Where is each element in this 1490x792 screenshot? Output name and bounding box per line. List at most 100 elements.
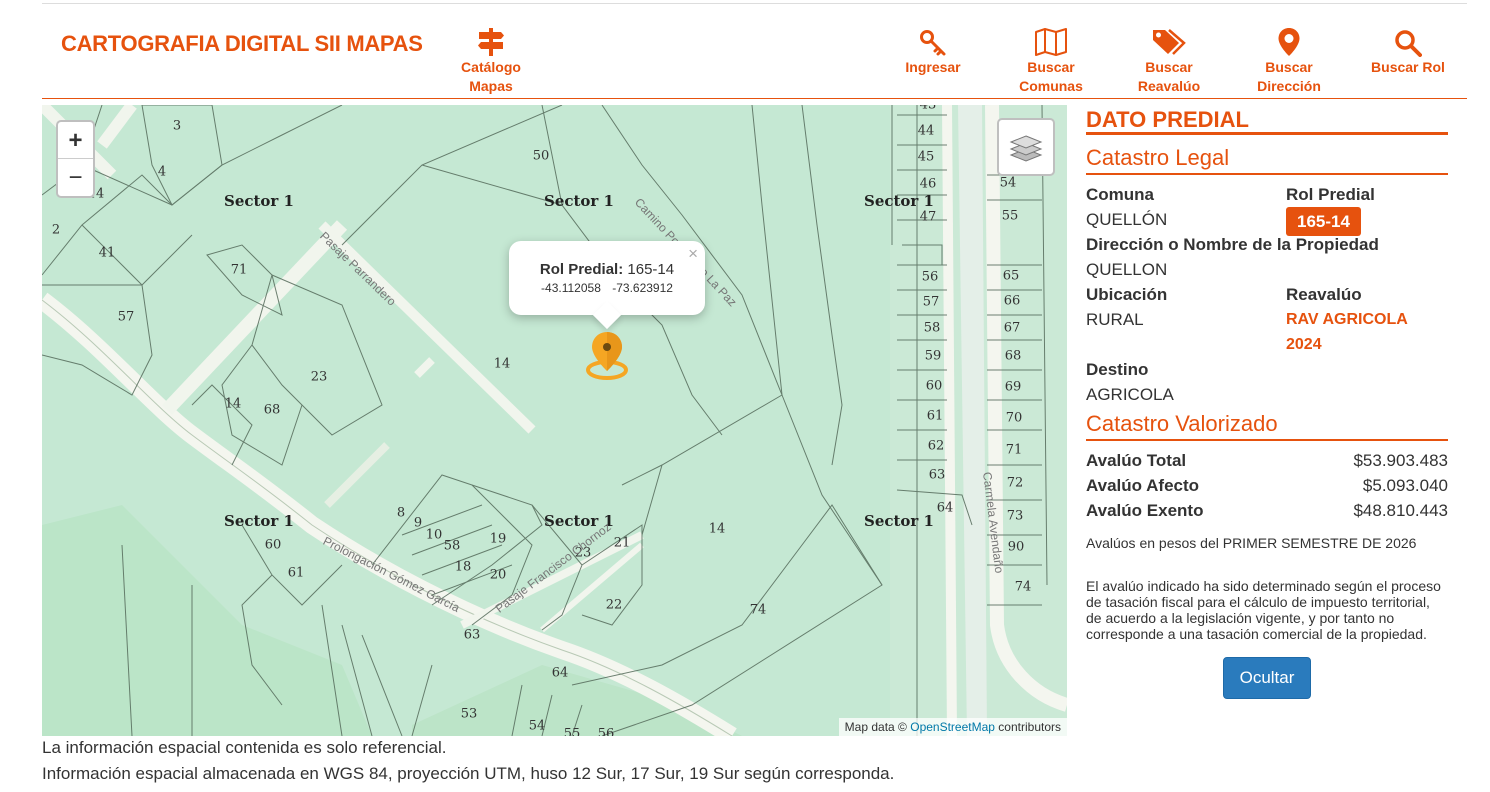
avaluo-row: Avalúo Total $53.903.483 xyxy=(1086,448,1448,473)
lot-label: 63 xyxy=(928,467,946,483)
lot-label: 2 xyxy=(51,222,61,238)
lot-label: 23 xyxy=(310,369,328,385)
nav-buscar-comunas-line2: Comunas xyxy=(1019,78,1083,94)
layers-button[interactable] xyxy=(997,118,1055,176)
row-comuna-rol-values: QUELLÓN 165-14 xyxy=(1086,207,1448,236)
lot-label: 55 xyxy=(1001,208,1019,224)
popup-latitude: -43.112058 xyxy=(541,281,601,295)
map-canvas[interactable]: 43 44 45 46 47 54 55 56 57 58 59 60 61 6… xyxy=(42,105,1067,736)
direccion-label: Dirección o Nombre de la Propiedad xyxy=(1086,235,1379,254)
search-icon xyxy=(1395,30,1422,57)
lot-label: 14 xyxy=(708,521,726,537)
lot-label: 69 xyxy=(1004,379,1022,395)
brand-title[interactable]: CARTOGRAFIA DIGITAL SII MAPAS xyxy=(61,31,423,57)
nav-buscar-direccion-line2: Dirección xyxy=(1257,78,1321,94)
sector-label: Sector 1 xyxy=(543,192,615,210)
lot-label: 72 xyxy=(1006,475,1024,491)
comuna-value: QUELLÓN xyxy=(1086,210,1168,229)
popup-rol: Rol Predial: 165-14 xyxy=(509,261,705,278)
lot-label: 19 xyxy=(489,531,507,547)
lot-label: 44 xyxy=(917,123,935,139)
location-pin-icon xyxy=(1278,28,1300,56)
panel-title: DATO PREDIAL xyxy=(1086,105,1448,135)
tags-icon xyxy=(1153,29,1186,55)
nav-catalogo-line1: Catálogo xyxy=(461,59,521,75)
row-ubicacion-reavaluo: Ubicación Reavalúo xyxy=(1086,282,1448,307)
lot-label: 62 xyxy=(927,438,945,454)
lot-label: 56 xyxy=(921,269,939,285)
lot-label: 3 xyxy=(172,118,182,134)
row-reavaluo-year: 2024 xyxy=(1086,332,1448,357)
lot-label: 61 xyxy=(926,408,944,424)
row-comuna-rol: Comuna Rol Predial xyxy=(1086,182,1448,207)
reavaluo-value-line1: RAV AGRICOLA xyxy=(1286,311,1408,328)
zoom-in-button[interactable]: + xyxy=(58,122,93,159)
attribution-prefix: Map data © xyxy=(844,720,907,734)
lot-label: 14 xyxy=(493,356,511,372)
avaluo-value: $53.903.483 xyxy=(1353,451,1448,470)
sector-label: Sector 1 xyxy=(863,512,935,530)
avaluos-note: Avalúos en pesos del PRIMER SEMESTRE DE … xyxy=(1086,535,1417,551)
reavaluo-label: Reavalúo xyxy=(1286,285,1362,304)
comuna-label: Comuna xyxy=(1086,185,1154,204)
lot-label: 64 xyxy=(936,500,954,516)
attribution-osm-link[interactable]: OpenStreetMap xyxy=(910,720,995,734)
nav-buscar-direccion[interactable]: Buscar Dirección xyxy=(1253,27,1325,96)
map-attribution: Map data © OpenStreetMap contributors xyxy=(838,718,1067,736)
avaluo-label: Avalúo Exento xyxy=(1086,501,1204,520)
lot-label: 65 xyxy=(1002,268,1020,284)
hide-button[interactable]: Ocultar xyxy=(1223,657,1311,699)
row-ubicacion-reavaluo-values: RURAL RAV AGRICOLA xyxy=(1086,307,1448,332)
popup-longitude: -73.623912 xyxy=(612,281,673,295)
sector-label: Sector 1 xyxy=(863,192,935,210)
zoom-out-button[interactable]: − xyxy=(58,159,93,196)
lot-label: 57 xyxy=(117,309,135,325)
row-direccion-label: Dirección o Nombre de la Propiedad xyxy=(1086,232,1448,257)
lot-label: 14 xyxy=(224,396,242,412)
nav-buscar-comunas-line1: Buscar xyxy=(1027,59,1075,75)
nav-catalogo-mapas[interactable]: Catálogo Mapas xyxy=(456,27,526,96)
popup-coordinates: -43.112058 -73.623912 xyxy=(509,281,705,295)
top-divider xyxy=(42,3,1467,4)
sector-label: Sector 1 xyxy=(223,512,295,530)
avaluo-value: $48.810.443 xyxy=(1353,501,1448,520)
nav-buscar-comunas[interactable]: Buscar Comunas xyxy=(1016,27,1086,96)
lot-label: 61 xyxy=(287,565,305,581)
nav-buscar-reavaluo[interactable]: Buscar Reavalúo xyxy=(1134,27,1204,96)
layers-icon xyxy=(1009,135,1043,162)
nav-buscar-rol[interactable]: Buscar Rol xyxy=(1368,29,1448,77)
lot-label: 45 xyxy=(917,149,935,165)
lot-label: 22 xyxy=(605,597,623,613)
lot-label: 9 xyxy=(413,515,423,531)
nav-buscar-reavaluo-line2: Reavalúo xyxy=(1137,78,1201,94)
header-divider xyxy=(42,98,1467,99)
lot-label: 58 xyxy=(443,538,461,554)
section-catastro-valorizado: Catastro Valorizado xyxy=(1086,411,1448,441)
nav-ingresar[interactable]: Ingresar xyxy=(898,29,968,77)
lot-label: 63 xyxy=(463,627,481,643)
rol-label: Rol Predial xyxy=(1286,185,1375,204)
nav-buscar-reavaluo-line1: Buscar xyxy=(1145,59,1193,75)
lot-label: 54 xyxy=(528,718,546,734)
row-destino-label: Destino xyxy=(1086,357,1448,382)
lot-label: 67 xyxy=(1003,320,1021,336)
avaluo-value: $5.093.040 xyxy=(1362,476,1448,495)
reavaluo-value-line2: 2024 xyxy=(1286,336,1322,353)
lot-label: 4 xyxy=(157,164,167,180)
lot-label: 46 xyxy=(919,176,937,192)
popup-rol-value: 165-14 xyxy=(627,261,675,278)
attribution-suffix: contributors xyxy=(998,720,1061,734)
signpost-icon xyxy=(478,28,504,56)
location-marker-icon[interactable] xyxy=(583,328,631,389)
avaluo-disclaimer: El avalúo indicado ha sido determinado s… xyxy=(1086,578,1441,642)
lot-label: 60 xyxy=(264,537,282,553)
lot-label: 64 xyxy=(551,665,569,681)
lot-label: 18 xyxy=(454,559,472,575)
avaluo-row: Avalúo Exento $48.810.443 xyxy=(1086,498,1448,523)
lot-label: 71 xyxy=(230,262,248,278)
lot-label: 56 xyxy=(597,726,615,737)
lot-label: 66 xyxy=(1003,293,1021,309)
avaluo-label: Avalúo Afecto xyxy=(1086,476,1200,495)
lot-label: 55 xyxy=(563,726,581,737)
ubicacion-value: RURAL xyxy=(1086,310,1144,329)
